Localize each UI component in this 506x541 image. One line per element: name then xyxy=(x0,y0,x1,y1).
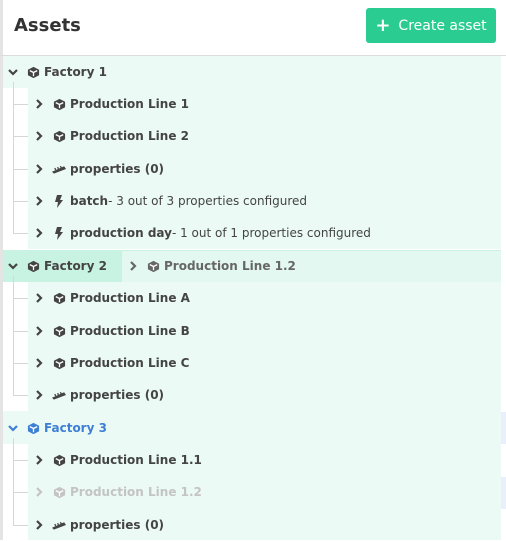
node-label: Production Line A xyxy=(70,291,190,305)
cube-icon xyxy=(52,97,66,111)
node-label: Production Line 2 xyxy=(70,129,189,143)
tree-node-production-line-a[interactable]: Production Line A xyxy=(34,282,190,314)
node-label: Production Line 1.2 xyxy=(164,259,296,273)
cube-icon xyxy=(52,453,66,467)
tree-connector xyxy=(13,363,28,364)
chevron-right-icon[interactable] xyxy=(34,228,44,238)
create-asset-button[interactable]: + Create asset xyxy=(366,8,496,43)
node-label: Factory 2 xyxy=(44,259,107,273)
chevron-right-icon[interactable] xyxy=(34,164,44,174)
create-asset-label: Create asset xyxy=(398,17,487,34)
tree-connector xyxy=(13,169,28,170)
tree-connector xyxy=(13,395,28,396)
node-description: - 1 out of 1 properties configured xyxy=(171,226,371,240)
cube-icon xyxy=(26,259,40,273)
tree-node-properties[interactable]: properties (0) xyxy=(34,153,164,185)
tree-node-production-line-1-2-ghost[interactable]: Production Line 1.2 xyxy=(34,476,202,508)
tree-connector xyxy=(13,298,28,299)
cube-icon xyxy=(52,291,66,305)
panel-header: Assets + Create asset xyxy=(0,0,506,56)
tree-node-factory-1[interactable]: Factory 1 xyxy=(8,56,107,88)
cube-icon xyxy=(52,485,66,499)
tree-node-properties[interactable]: properties (0) xyxy=(34,379,164,411)
node-label: properties (0) xyxy=(70,518,165,532)
tree-connector xyxy=(13,438,14,525)
drop-indicator xyxy=(501,412,506,444)
node-label: Production Line 1.1 xyxy=(70,453,202,467)
chevron-right-icon[interactable] xyxy=(34,520,44,530)
tree-connector xyxy=(13,104,28,105)
tree-connector xyxy=(13,276,14,396)
node-label: batch xyxy=(70,194,109,208)
cube-icon xyxy=(146,259,160,273)
chevron-right-icon xyxy=(34,487,44,497)
node-label: properties (0) xyxy=(70,162,165,176)
cube-icon xyxy=(26,65,40,79)
chevron-down-icon[interactable] xyxy=(8,423,18,433)
tree-connector xyxy=(13,233,28,234)
tree-connector xyxy=(13,525,28,526)
node-label: properties (0) xyxy=(70,388,165,402)
cube-icon xyxy=(52,324,66,338)
chevron-right-icon[interactable] xyxy=(34,326,44,336)
plus-icon: + xyxy=(375,14,391,36)
chevron-right-icon[interactable] xyxy=(34,390,44,400)
chevron-right-icon[interactable] xyxy=(34,293,44,303)
ruler-icon xyxy=(52,162,66,176)
node-label: Factory 1 xyxy=(44,65,107,79)
tree-node-production-line-b[interactable]: Production Line B xyxy=(34,315,190,347)
bolt-icon xyxy=(52,194,66,208)
tree-node-properties[interactable]: properties (0) xyxy=(34,509,164,541)
tree-node-production-line-c[interactable]: Production Line C xyxy=(34,347,189,379)
node-label: Factory 3 xyxy=(44,421,107,435)
bolt-icon xyxy=(52,226,66,240)
tree-connector xyxy=(13,460,28,461)
chevron-right-icon[interactable] xyxy=(34,131,44,141)
chevron-right-icon[interactable] xyxy=(34,358,44,368)
tree-connector xyxy=(13,136,28,137)
cube-icon xyxy=(52,129,66,143)
ruler-icon xyxy=(52,388,66,402)
tree-node-batch[interactable]: batch - 3 out of 3 properties configured xyxy=(34,185,307,217)
node-description: - 3 out of 3 properties configured xyxy=(108,194,308,208)
tree-node-production-line-1-1[interactable]: Production Line 1.1 xyxy=(34,444,202,476)
node-label: production day xyxy=(70,226,172,240)
drop-indicator xyxy=(501,477,506,509)
tree-connector xyxy=(13,201,28,202)
tree-connector xyxy=(13,331,28,332)
node-label: Production Line 1 xyxy=(70,97,189,111)
node-label: Production Line 1.2 xyxy=(70,485,202,499)
drag-preview[interactable]: Production Line 1.2 xyxy=(128,250,296,282)
ruler-icon xyxy=(52,518,66,532)
tree-connector xyxy=(13,492,28,493)
chevron-right-icon[interactable] xyxy=(34,99,44,109)
chevron-down-icon[interactable] xyxy=(8,261,18,271)
node-label: Production Line B xyxy=(70,324,190,338)
chevron-right-icon[interactable] xyxy=(34,455,44,465)
chevron-right-icon xyxy=(128,261,138,271)
cube-icon xyxy=(52,356,66,370)
tree-node-factory-3[interactable]: Factory 3 xyxy=(8,412,107,444)
chevron-right-icon[interactable] xyxy=(34,196,44,206)
tree-node-factory-2[interactable]: Factory 2 xyxy=(8,250,107,282)
node-label: Production Line C xyxy=(70,356,190,370)
tree-node-production-day[interactable]: production day - 1 out of 1 properties c… xyxy=(34,217,371,249)
page-title: Assets xyxy=(14,15,81,36)
cube-icon xyxy=(26,421,40,435)
tree-node-production-line-1[interactable]: Production Line 1 xyxy=(34,88,189,120)
tree-node-production-line-2[interactable]: Production Line 2 xyxy=(34,120,189,152)
chevron-down-icon[interactable] xyxy=(8,67,18,77)
